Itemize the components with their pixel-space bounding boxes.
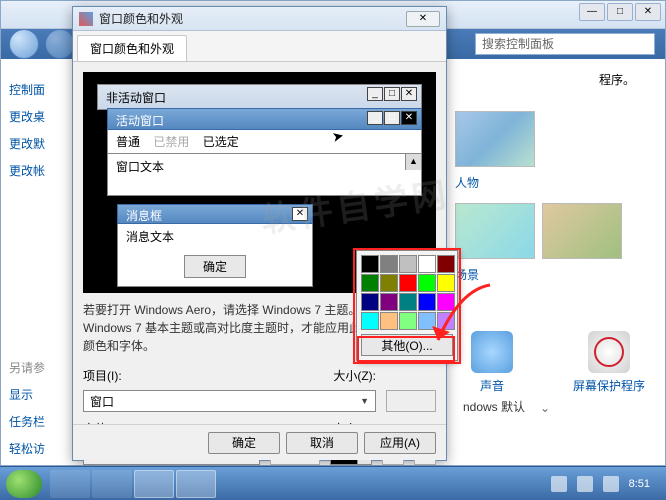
chevron-down-icon[interactable]: ⌄ (540, 401, 550, 415)
preview-window-text: 窗口文本 ▲ (107, 154, 422, 196)
theme-thumb[interactable] (455, 203, 535, 259)
size-spinner[interactable] (386, 390, 436, 412)
chevron-down-icon: ▼ (360, 396, 369, 406)
annotation-arrow-icon (430, 280, 500, 363)
taskbar-active-dialog[interactable] (134, 470, 174, 498)
dialog-icon (79, 12, 93, 26)
color-cell[interactable] (399, 255, 417, 273)
preview-active-titlebar: 活动窗口 _□✕ (107, 108, 422, 130)
preview-msgbox-title: 消息框 ✕ (117, 204, 313, 224)
preview-menu: 普通 已禁用 已选定 (107, 130, 422, 154)
bg-maximize-button[interactable]: □ (607, 3, 633, 21)
min-icon: _ (367, 111, 383, 125)
tray-clock[interactable]: 8:51 (629, 478, 650, 490)
bg-close-button[interactable]: ✕ (635, 3, 661, 21)
screensaver-link[interactable]: 屏幕保护程序 (573, 331, 645, 394)
item-select[interactable]: 窗口▼ (83, 390, 376, 412)
dialog-footer: 确定 取消 应用(A) (73, 424, 446, 460)
forward-orb-icon[interactable] (45, 29, 75, 59)
screensaver-icon (588, 331, 630, 373)
taskbar-pin-app[interactable] (92, 470, 132, 498)
close-icon: ✕ (401, 111, 417, 125)
system-tray[interactable]: 8:51 (551, 476, 660, 492)
thumb-label-0[interactable]: 人物 (455, 174, 645, 191)
start-button[interactable] (6, 470, 42, 498)
theme-thumbnails: 人物 场景 (455, 111, 645, 295)
side-link-b2[interactable]: 任务栏 (9, 413, 69, 430)
taskbar-active-controlpanel[interactable] (176, 470, 216, 498)
close-icon: ✕ (401, 87, 417, 101)
color-cell[interactable] (399, 312, 417, 330)
preview-msgbox-ok: 确定 (184, 255, 246, 278)
size-label: 大小(Z): (320, 367, 376, 384)
taskbar-pin-explorer[interactable] (50, 470, 90, 498)
min-icon: _ (367, 87, 383, 101)
color-cell[interactable] (380, 312, 398, 330)
color-cell[interactable] (437, 255, 455, 273)
side-link-b0: 另请参 (9, 359, 69, 376)
color-appearance-dialog: 窗口颜色和外观 ✕ 窗口颜色和外观 非活动窗口 _□✕ 活动窗口 _□✕ 普通 … (72, 6, 447, 461)
side-link-b1[interactable]: 显示 (9, 386, 69, 403)
close-icon: ✕ (292, 207, 308, 221)
search-input[interactable]: 搜索控制面板 (475, 33, 655, 55)
scroll-up-icon: ▲ (405, 154, 421, 170)
apply-button[interactable]: 应用(A) (364, 432, 436, 454)
color-cell[interactable] (361, 312, 379, 330)
item-label: 项目(I): (83, 367, 139, 384)
color-cell[interactable] (361, 255, 379, 273)
color-cell[interactable] (418, 255, 436, 273)
side-link-3[interactable]: 更改帐 (9, 162, 69, 179)
bg-bottom-text: ndows 默认 (463, 398, 525, 415)
theme-thumb[interactable] (542, 203, 622, 259)
preview-inactive-window: 非活动窗口 _□✕ (97, 84, 422, 110)
tray-volume-icon[interactable] (603, 476, 619, 492)
color-cell[interactable] (361, 293, 379, 311)
tray-network-icon[interactable] (577, 476, 593, 492)
color-cell[interactable] (399, 274, 417, 292)
back-orb-icon[interactable] (9, 29, 39, 59)
bg-sidebar: 控制面 更改桌 更改默 更改帐 另请参 显示 任务栏 轻松访 (1, 61, 69, 465)
color-cell[interactable] (380, 274, 398, 292)
ok-button[interactable]: 确定 (208, 432, 280, 454)
theme-thumb[interactable] (455, 111, 535, 167)
dialog-titlebar[interactable]: 窗口颜色和外观 ✕ (73, 7, 446, 31)
dialog-title: 窗口颜色和外观 (99, 10, 406, 27)
max-icon: □ (384, 87, 400, 101)
side-link-2[interactable]: 更改默 (9, 135, 69, 152)
max-icon: □ (384, 111, 400, 125)
taskbar[interactable]: 8:51 (0, 466, 666, 500)
color-cell[interactable] (380, 255, 398, 273)
bg-minimize-button[interactable]: — (579, 3, 605, 21)
cancel-button[interactable]: 取消 (286, 432, 358, 454)
tray-flag-icon[interactable] (551, 476, 567, 492)
color-cell[interactable] (361, 274, 379, 292)
side-link-1[interactable]: 更改桌 (9, 108, 69, 125)
color-cell[interactable] (399, 293, 417, 311)
tab-color-appearance[interactable]: 窗口颜色和外观 (77, 35, 187, 61)
color-cell[interactable] (380, 293, 398, 311)
dialog-close-button[interactable]: ✕ (406, 11, 440, 27)
tabstrip: 窗口颜色和外观 (73, 31, 446, 62)
side-link-b3[interactable]: 轻松访 (9, 440, 69, 457)
preview-msgbox-body: 消息文本 确定 (117, 224, 313, 287)
side-link-0[interactable]: 控制面 (9, 81, 69, 98)
